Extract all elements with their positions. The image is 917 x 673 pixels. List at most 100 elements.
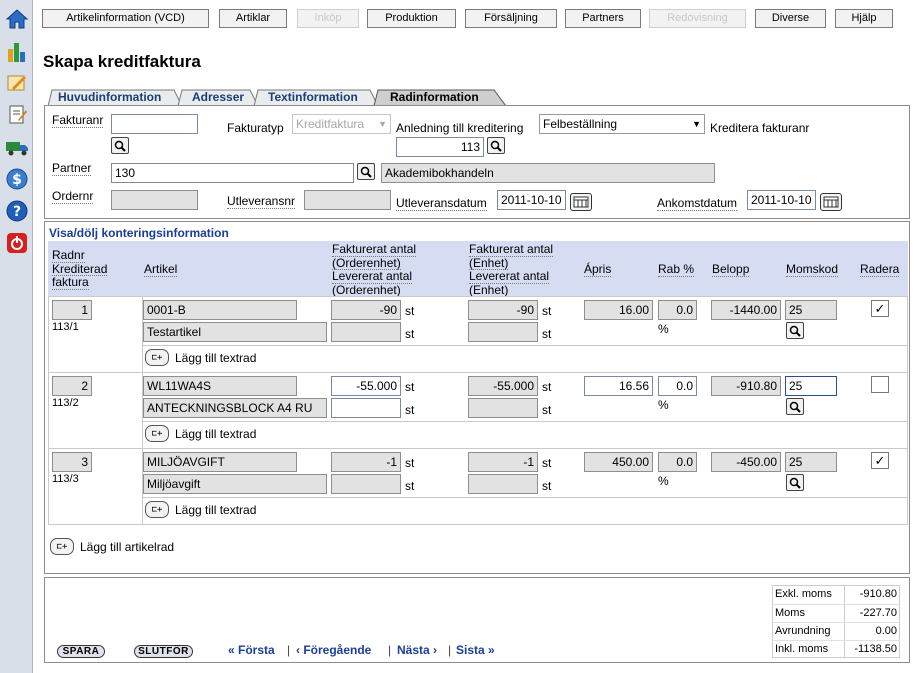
lev-order-input[interactable] <box>331 398 401 418</box>
add-row-icon: ⊏+ <box>145 501 169 518</box>
row-divider <box>48 524 908 525</box>
ordernr-field <box>111 190 198 210</box>
edit-icon[interactable] <box>4 70 29 96</box>
beskrivning-field: ANTECKNINGSBLOCK A4 RU <box>143 398 327 418</box>
anledning-value: Felbeställning <box>543 117 618 131</box>
fakt-order-field: -90 <box>331 300 401 320</box>
credited-ref: 113/1 <box>52 321 79 333</box>
unit-label: st <box>542 403 552 417</box>
apris-field: 16.00 <box>584 300 653 320</box>
belopp-field: -910.80 <box>711 376 781 396</box>
belopp-field: -1440.00 <box>711 300 781 320</box>
unit-label: st <box>405 456 415 470</box>
artikel-field: WL11WA4S <box>143 376 297 396</box>
radera-checkbox[interactable] <box>871 376 889 393</box>
nav-diverse[interactable]: Diverse <box>755 9 826 28</box>
unit-label: st <box>405 479 415 493</box>
kreditera-search-button[interactable] <box>487 137 505 154</box>
row-divider <box>142 421 908 422</box>
tab-huvudinformation[interactable]: Huvudinformation <box>52 89 161 105</box>
document-icon[interactable] <box>4 102 29 128</box>
nav-artikelinformation[interactable]: Artikelinformation (VCD) <box>42 9 209 28</box>
fakt-enhet-field: -1 <box>468 452 538 472</box>
nav-inkop: Inköp <box>297 9 359 28</box>
tab-adresser[interactable]: Adresser <box>186 89 244 105</box>
row-divider <box>48 296 908 297</box>
momskod-input[interactable]: 25 <box>785 376 837 396</box>
calendar-icon[interactable] <box>820 193 842 211</box>
pager-previous[interactable]: ‹ Föregående <box>296 643 371 657</box>
anledning-select[interactable]: Felbeställning ▼ <box>539 114 705 134</box>
toggle-kontering-link[interactable]: Visa/dölj konteringsinformation <box>49 226 229 240</box>
col-radnr: Radnr Krediterad faktura <box>52 248 108 290</box>
belopp-field: -450.00 <box>711 452 781 472</box>
row-divider <box>48 448 908 449</box>
add-article-row-button[interactable]: ⊏+ Lägg till artikelrad <box>50 538 174 555</box>
radera-checkbox[interactable]: ✓ <box>871 300 889 317</box>
chart-icon[interactable] <box>4 38 29 64</box>
help-icon[interactable]: ? <box>4 198 29 224</box>
tab-radinformation[interactable]: Radinformation <box>384 89 479 105</box>
partner-search-button[interactable] <box>357 163 375 180</box>
col-artikel: Artikel <box>144 262 178 277</box>
calendar-icon[interactable] <box>570 193 592 211</box>
money-icon[interactable]: $ <box>4 166 29 192</box>
row-divider <box>142 497 908 498</box>
utleveransnr-label: Utleveransnr <box>227 194 296 209</box>
col-apris: Ápris <box>584 262 612 277</box>
partner-input[interactable]: 130 <box>111 163 354 183</box>
finish-button[interactable]: SLUTFÖR <box>134 645 193 658</box>
col-fakt-order: Fakturerat antal (Orderenhet) Levererat an… <box>332 242 417 297</box>
search-icon <box>114 140 126 152</box>
apris-field: 450.00 <box>584 452 653 472</box>
fakturanr-input[interactable] <box>111 114 198 134</box>
ankomstdatum-input[interactable]: 2011-10-10 <box>747 190 816 210</box>
utleveransdatum-input[interactable]: 2011-10-10 <box>497 190 566 210</box>
rab-input[interactable]: 0.0 <box>658 376 697 396</box>
utleveransdatum-label: Utleveransdatum <box>396 196 487 211</box>
momskod-search-button[interactable] <box>786 322 804 339</box>
truck-icon[interactable] <box>4 134 29 160</box>
pager-next[interactable]: Nästa › <box>397 643 437 657</box>
nav-produktion[interactable]: Produktion <box>367 9 456 28</box>
add-text-row-label: Lägg till textrad <box>175 502 257 517</box>
nav-partners[interactable]: Partners <box>565 9 641 28</box>
tab-textinformation[interactable]: Textinformation <box>262 89 358 105</box>
nav-artiklar[interactable]: Artiklar <box>219 9 287 28</box>
ankomstdatum-label: Ankomstdatum <box>657 196 738 211</box>
save-button[interactable]: SPARA <box>57 645 105 658</box>
total-inkl-moms: Inkl. moms -1138.50 <box>772 640 900 658</box>
add-row-icon: ⊏+ <box>145 425 169 442</box>
lev-order-field <box>331 474 401 494</box>
add-text-row-button[interactable]: ⊏+ Lägg till textrad <box>145 425 256 442</box>
search-icon <box>789 325 801 337</box>
add-text-row-button[interactable]: ⊏+ Lägg till textrad <box>145 349 256 366</box>
chevron-down-icon: ▼ <box>692 119 701 129</box>
fakt-order-input[interactable]: -55.000 <box>331 376 401 396</box>
kreditera-input[interactable]: 113 <box>396 137 484 157</box>
momskod-search-button[interactable] <box>786 398 804 415</box>
partner-name-field: Akademibokhandeln <box>381 163 715 183</box>
lev-enhet-field <box>468 398 538 418</box>
percent-label: % <box>658 398 669 412</box>
add-text-row-label: Lägg till textrad <box>175 426 257 441</box>
radera-checkbox[interactable]: ✓ <box>871 452 889 469</box>
pager-last[interactable]: Sista » <box>456 643 495 657</box>
fakturanr-search-button[interactable] <box>111 137 129 154</box>
momskod-search-button[interactable] <box>786 474 804 491</box>
logout-icon[interactable] <box>4 230 29 256</box>
home-icon[interactable] <box>4 6 29 32</box>
nav-redovisning: Redovisning <box>649 9 746 28</box>
rab-field: 0.0 <box>658 300 697 320</box>
artikel-field: MILJÖAVGIFT <box>143 452 297 472</box>
col-rab: Rab % <box>658 262 695 277</box>
apris-input[interactable]: 16.56 <box>584 376 653 396</box>
col-belopp: Belopp <box>712 262 750 277</box>
pager-first[interactable]: « Första <box>228 643 275 657</box>
fakt-enhet-field: -90 <box>468 300 538 320</box>
fakt-enhet-field: -55.000 <box>468 376 538 396</box>
nav-forsaljning[interactable]: Försäljning <box>465 9 557 28</box>
nav-hjalp[interactable]: Hjälp <box>835 9 893 28</box>
beskrivning-field: Testartikel <box>143 322 327 342</box>
add-text-row-button[interactable]: ⊏+ Lägg till textrad <box>145 501 256 518</box>
